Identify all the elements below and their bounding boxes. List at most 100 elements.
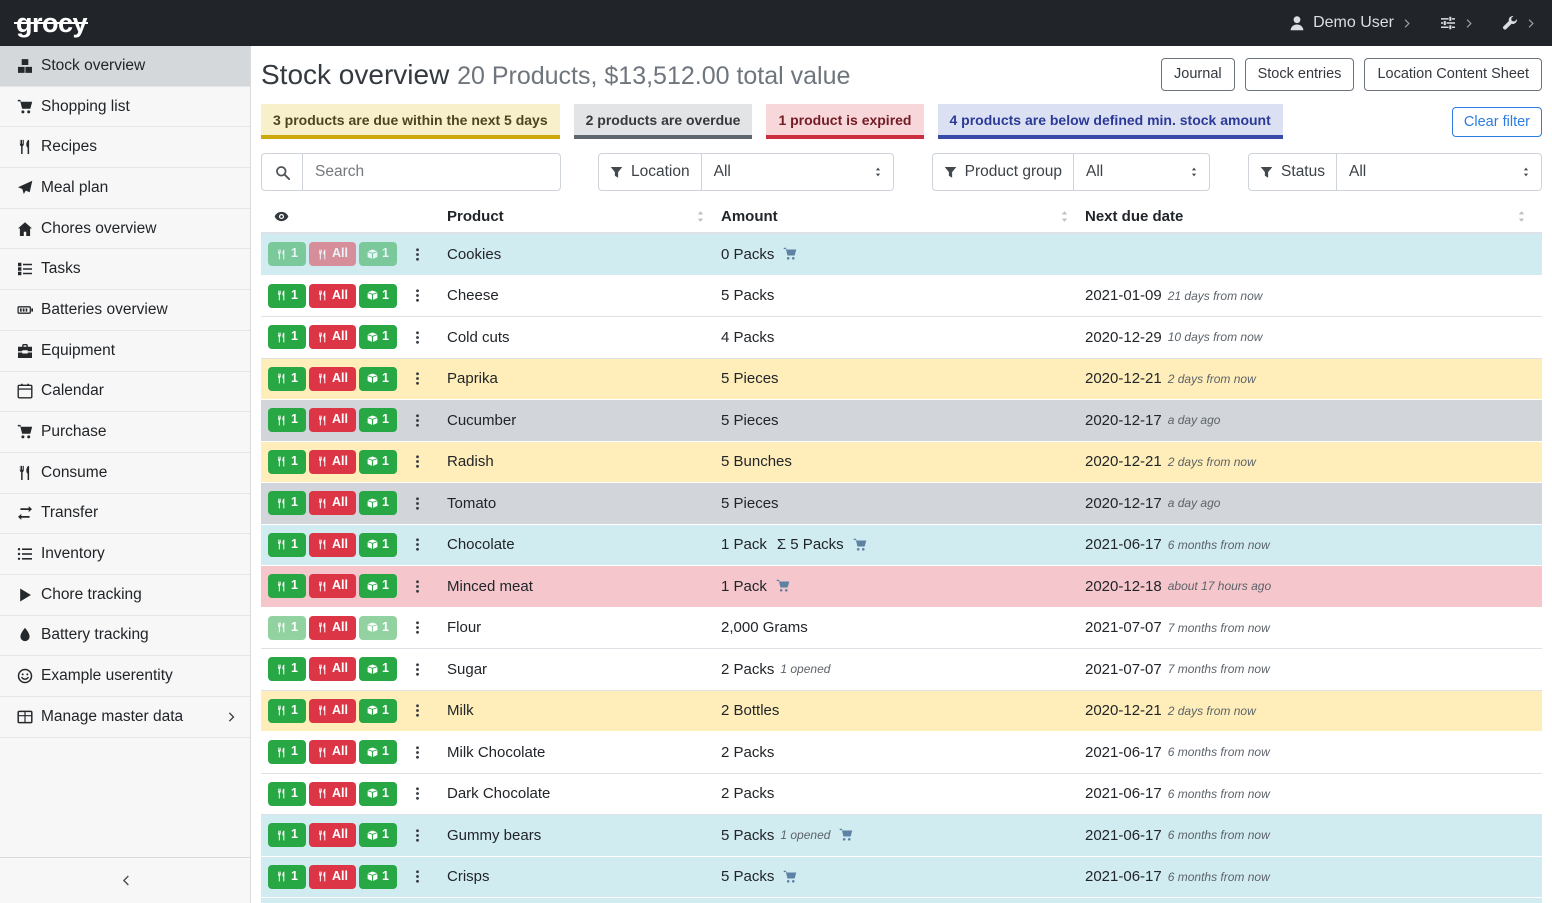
sidebar-item-recipes[interactable]: Recipes — [0, 127, 250, 168]
open-one-button[interactable]: 1 — [359, 574, 397, 598]
sidebar-item-batteries-overview[interactable]: Batteries overview — [0, 290, 250, 331]
admin-menu[interactable] — [1502, 15, 1537, 31]
row-menu-button[interactable] — [405, 866, 430, 887]
row-menu-button[interactable] — [405, 742, 430, 763]
location-select[interactable]: All — [702, 153, 894, 191]
sidebar-item-stock-overview[interactable]: Stock overview — [0, 46, 250, 87]
row-menu-button[interactable] — [405, 285, 430, 306]
sidebar-item-inventory[interactable]: Inventory — [0, 534, 250, 575]
open-one-button[interactable]: 1 — [359, 823, 397, 847]
eye-icon[interactable] — [274, 209, 289, 224]
row-menu-button[interactable] — [405, 410, 430, 431]
consume-one-button[interactable]: 1 — [268, 325, 306, 349]
open-one-button[interactable]: 1 — [359, 699, 397, 723]
product-group-select[interactable]: All — [1074, 153, 1210, 191]
row-menu-button[interactable] — [405, 576, 430, 597]
open-one-button[interactable]: 1 — [359, 408, 397, 432]
consume-one-button[interactable]: 1 — [268, 823, 306, 847]
consume-one-button[interactable]: 1 — [268, 865, 306, 889]
row-menu-button[interactable] — [405, 783, 430, 804]
open-one-button[interactable]: 1 — [359, 325, 397, 349]
row-menu-button[interactable] — [405, 368, 430, 389]
sidebar-item-consume[interactable]: Consume — [0, 453, 250, 494]
consume-all-button[interactable]: All — [309, 616, 356, 640]
settings-menu[interactable] — [1440, 15, 1475, 31]
consume-all-button[interactable]: All — [309, 325, 356, 349]
sidebar-item-example-userentity[interactable]: Example userentity — [0, 656, 250, 697]
column-header-product[interactable]: Product — [447, 208, 504, 225]
consume-all-button[interactable]: All — [309, 574, 356, 598]
sidebar-collapse-button[interactable] — [0, 857, 250, 903]
stock-entries-button[interactable]: Stock entries — [1245, 58, 1355, 91]
status-select[interactable]: All — [1337, 153, 1542, 191]
search-input[interactable] — [302, 153, 561, 191]
open-one-button[interactable]: 1 — [359, 865, 397, 889]
sidebar-item-meal-plan[interactable]: Meal plan — [0, 168, 250, 209]
open-one-button[interactable]: 1 — [359, 491, 397, 515]
sort-icon[interactable] — [694, 210, 707, 223]
sort-icon[interactable] — [1058, 210, 1071, 223]
open-one-button[interactable]: 1 — [359, 450, 397, 474]
sidebar-item-manage-master-data[interactable]: Manage master data — [0, 697, 250, 738]
consume-all-button[interactable]: All — [309, 491, 356, 515]
row-menu-button[interactable] — [405, 493, 430, 514]
grocy-logo[interactable]: grocy — [14, 10, 89, 37]
consume-one-button[interactable]: 1 — [268, 284, 306, 308]
sort-icon[interactable] — [1515, 210, 1528, 223]
clear-filter-button[interactable]: Clear filter — [1452, 107, 1542, 137]
consume-one-button[interactable]: 1 — [268, 491, 306, 515]
column-header-next-due-date[interactable]: Next due date — [1085, 208, 1183, 225]
row-menu-button[interactable] — [405, 244, 430, 265]
cart-icon[interactable] — [783, 870, 797, 884]
consume-all-button[interactable]: All — [309, 408, 356, 432]
sidebar-item-chores-overview[interactable]: Chores overview — [0, 209, 250, 250]
sidebar-item-battery-tracking[interactable]: Battery tracking — [0, 616, 250, 657]
consume-one-button[interactable]: 1 — [268, 657, 306, 681]
cart-icon[interactable] — [783, 247, 797, 261]
open-one-button[interactable]: 1 — [359, 284, 397, 308]
cart-icon[interactable] — [776, 579, 790, 593]
open-one-button[interactable]: 1 — [359, 367, 397, 391]
consume-all-button[interactable]: All — [309, 367, 356, 391]
journal-button[interactable]: Journal — [1161, 58, 1235, 91]
sidebar-item-equipment[interactable]: Equipment — [0, 331, 250, 372]
consume-one-button[interactable]: 1 — [268, 574, 306, 598]
open-one-button[interactable]: 1 — [359, 782, 397, 806]
sidebar-item-tasks[interactable]: Tasks — [0, 249, 250, 290]
sidebar-item-transfer[interactable]: Transfer — [0, 494, 250, 535]
banner-expired[interactable]: 1 product is expired — [766, 104, 923, 139]
consume-all-button[interactable]: All — [309, 450, 356, 474]
sidebar-item-purchase[interactable]: Purchase — [0, 412, 250, 453]
row-menu-button[interactable] — [405, 825, 430, 846]
consume-one-button[interactable]: 1 — [268, 367, 306, 391]
user-menu[interactable]: Demo User — [1289, 14, 1413, 32]
location-content-sheet-button[interactable]: Location Content Sheet — [1364, 58, 1542, 91]
consume-all-button[interactable]: All — [309, 782, 356, 806]
consume-all-button[interactable]: All — [309, 865, 356, 889]
consume-all-button[interactable]: All — [309, 823, 356, 847]
row-menu-button[interactable] — [405, 451, 430, 472]
consume-one-button[interactable]: 1 — [268, 533, 306, 557]
open-one-button[interactable]: 1 — [359, 740, 397, 764]
row-menu-button[interactable] — [405, 534, 430, 555]
open-one-button[interactable]: 1 — [359, 533, 397, 557]
sidebar-item-chore-tracking[interactable]: Chore tracking — [0, 575, 250, 616]
banner-overdue[interactable]: 2 products are overdue — [574, 104, 753, 139]
column-header-amount[interactable]: Amount — [721, 208, 778, 225]
consume-one-button[interactable]: 1 — [268, 740, 306, 764]
consume-all-button[interactable]: All — [309, 657, 356, 681]
banner-due-soon[interactable]: 3 products are due within the next 5 day… — [261, 104, 560, 139]
consume-all-button[interactable]: All — [309, 284, 356, 308]
consume-all-button[interactable]: All — [309, 740, 356, 764]
row-menu-button[interactable] — [405, 700, 430, 721]
row-menu-button[interactable] — [405, 659, 430, 680]
consume-all-button[interactable]: All — [309, 533, 356, 557]
consume-all-button[interactable]: All — [309, 699, 356, 723]
cart-icon[interactable] — [839, 828, 853, 842]
consume-one-button[interactable]: 1 — [268, 450, 306, 474]
row-menu-button[interactable] — [405, 617, 430, 638]
consume-one-button[interactable]: 1 — [268, 782, 306, 806]
sidebar-item-calendar[interactable]: Calendar — [0, 372, 250, 413]
cart-icon[interactable] — [853, 538, 867, 552]
open-one-button[interactable]: 1 — [359, 657, 397, 681]
